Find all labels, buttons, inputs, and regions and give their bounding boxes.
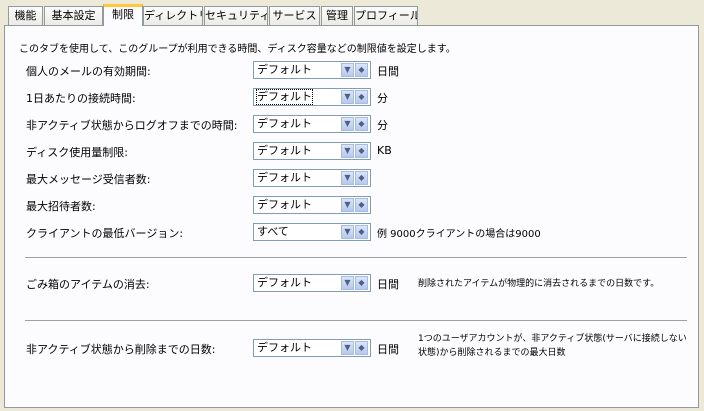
chevron-down-icon[interactable]: ▼ bbox=[341, 63, 354, 77]
chevron-updown-icon[interactable]: ◆ bbox=[355, 225, 368, 239]
chevron-updown-icon[interactable]: ◆ bbox=[355, 171, 368, 185]
disk-quota-unit: KB bbox=[377, 144, 392, 157]
spin-buttons[interactable]: ▼ ◆ bbox=[341, 171, 369, 185]
limits-panel: このタブを使用して、このグループが利用できる時間、ディスク容量などの制限値を設定… bbox=[4, 25, 699, 408]
trash-purge-unit: 日間 bbox=[377, 278, 399, 291]
idle-delete-days-select[interactable]: デフォルト ▼ ◆ bbox=[253, 339, 371, 357]
chevron-updown-icon[interactable]: ◆ bbox=[355, 198, 368, 212]
intro-text: このタブを使用して、このグループが利用できる時間、ディスク容量などの制限値を設定… bbox=[19, 44, 456, 55]
chevron-down-icon[interactable]: ▼ bbox=[341, 117, 354, 131]
disk-quota-label: ディスク使用量制限: bbox=[26, 146, 128, 159]
spin-buttons[interactable]: ▼ ◆ bbox=[341, 198, 369, 212]
daily-connect-time-unit: 分 bbox=[377, 92, 388, 105]
tab-directory[interactable]: ディレクトリ bbox=[143, 6, 203, 25]
tab-security[interactable]: セキュリティ bbox=[204, 6, 268, 25]
tab-admin[interactable]: 管理 bbox=[321, 6, 353, 25]
tab-limits[interactable]: 制限 bbox=[103, 4, 143, 26]
chevron-updown-icon[interactable]: ◆ bbox=[355, 144, 368, 158]
chevron-down-icon[interactable]: ▼ bbox=[341, 90, 354, 104]
chevron-down-icon[interactable]: ▼ bbox=[341, 144, 354, 158]
chevron-down-icon[interactable]: ▼ bbox=[341, 341, 354, 355]
daily-connect-time-value: デフォルト bbox=[256, 89, 313, 105]
max-recipients-value: デフォルト bbox=[257, 171, 312, 184]
disk-quota-select[interactable]: デフォルト ▼ ◆ bbox=[253, 142, 371, 160]
max-invitees-label: 最大招待者数: bbox=[26, 200, 96, 213]
tab-profile[interactable]: プロフィール bbox=[354, 6, 418, 25]
chevron-updown-icon[interactable]: ◆ bbox=[355, 276, 368, 290]
spin-buttons[interactable]: ▼ ◆ bbox=[341, 341, 369, 355]
spin-buttons[interactable]: ▼ ◆ bbox=[341, 117, 369, 131]
spin-buttons[interactable]: ▼ ◆ bbox=[341, 276, 369, 290]
max-invitees-value: デフォルト bbox=[257, 198, 312, 211]
divider bbox=[25, 320, 687, 321]
tab-service[interactable]: サービス bbox=[269, 6, 320, 25]
chevron-updown-icon[interactable]: ◆ bbox=[355, 341, 368, 355]
daily-connect-time-label: 1日あたりの接続時間: bbox=[26, 92, 136, 105]
chevron-down-icon[interactable]: ▼ bbox=[341, 225, 354, 239]
mail-retention-value: デフォルト bbox=[257, 63, 312, 76]
mail-retention-select[interactable]: デフォルト ▼ ◆ bbox=[253, 61, 371, 79]
min-client-version-value: すべて bbox=[257, 225, 289, 238]
max-recipients-label: 最大メッセージ受信者数: bbox=[26, 173, 151, 186]
min-client-version-select[interactable]: すべて ▼ ◆ bbox=[253, 223, 371, 241]
idle-delete-days-note: 1つのユーザアカウントが、非アクティブ状態(サーバに接続しない状態)から削除され… bbox=[418, 334, 687, 358]
idle-logoff-label: 非アクティブ状態からログオフまでの時間: bbox=[26, 119, 238, 132]
daily-connect-time-select[interactable]: デフォルト ▼ ◆ bbox=[253, 88, 371, 106]
trash-purge-label: ごみ箱のアイテムの消去: bbox=[26, 278, 150, 291]
idle-logoff-unit: 分 bbox=[377, 119, 388, 132]
tab-basic-settings[interactable]: 基本設定 bbox=[44, 6, 103, 25]
spin-buttons[interactable]: ▼ ◆ bbox=[341, 90, 369, 104]
divider bbox=[25, 257, 687, 258]
chevron-down-icon[interactable]: ▼ bbox=[341, 276, 354, 290]
idle-logoff-value: デフォルト bbox=[257, 117, 312, 130]
idle-delete-days-unit: 日間 bbox=[377, 343, 399, 356]
chevron-updown-icon[interactable]: ◆ bbox=[355, 117, 368, 131]
idle-delete-days-value: デフォルト bbox=[257, 341, 312, 354]
mail-retention-label: 個人のメールの有効期間: bbox=[26, 65, 151, 78]
idle-logoff-select[interactable]: デフォルト ▼ ◆ bbox=[253, 115, 371, 133]
max-recipients-select[interactable]: デフォルト ▼ ◆ bbox=[253, 169, 371, 187]
idle-delete-days-label: 非アクティブ状態から削除までの日数: bbox=[26, 343, 216, 356]
spin-buttons[interactable]: ▼ ◆ bbox=[341, 63, 369, 77]
spin-buttons[interactable]: ▼ ◆ bbox=[341, 144, 369, 158]
mail-retention-unit: 日間 bbox=[377, 65, 399, 78]
trash-purge-value: デフォルト bbox=[257, 276, 312, 289]
chevron-updown-icon[interactable]: ◆ bbox=[355, 63, 368, 77]
chevron-down-icon[interactable]: ▼ bbox=[341, 171, 354, 185]
min-client-version-hint: 例 9000クライアントの場合は9000 bbox=[377, 229, 541, 240]
min-client-version-label: クライアントの最低バージョン: bbox=[26, 227, 184, 240]
disk-quota-value: デフォルト bbox=[257, 144, 312, 157]
spin-buttons[interactable]: ▼ ◆ bbox=[341, 225, 369, 239]
trash-purge-select[interactable]: デフォルト ▼ ◆ bbox=[253, 274, 371, 292]
chevron-down-icon[interactable]: ▼ bbox=[341, 198, 354, 212]
max-invitees-select[interactable]: デフォルト ▼ ◆ bbox=[253, 196, 371, 214]
tab-features[interactable]: 機能 bbox=[8, 6, 43, 25]
trash-purge-note: 削除されたアイテムが物理的に消去されるまでの日数です。 bbox=[418, 279, 660, 289]
chevron-updown-icon[interactable]: ◆ bbox=[355, 90, 368, 104]
